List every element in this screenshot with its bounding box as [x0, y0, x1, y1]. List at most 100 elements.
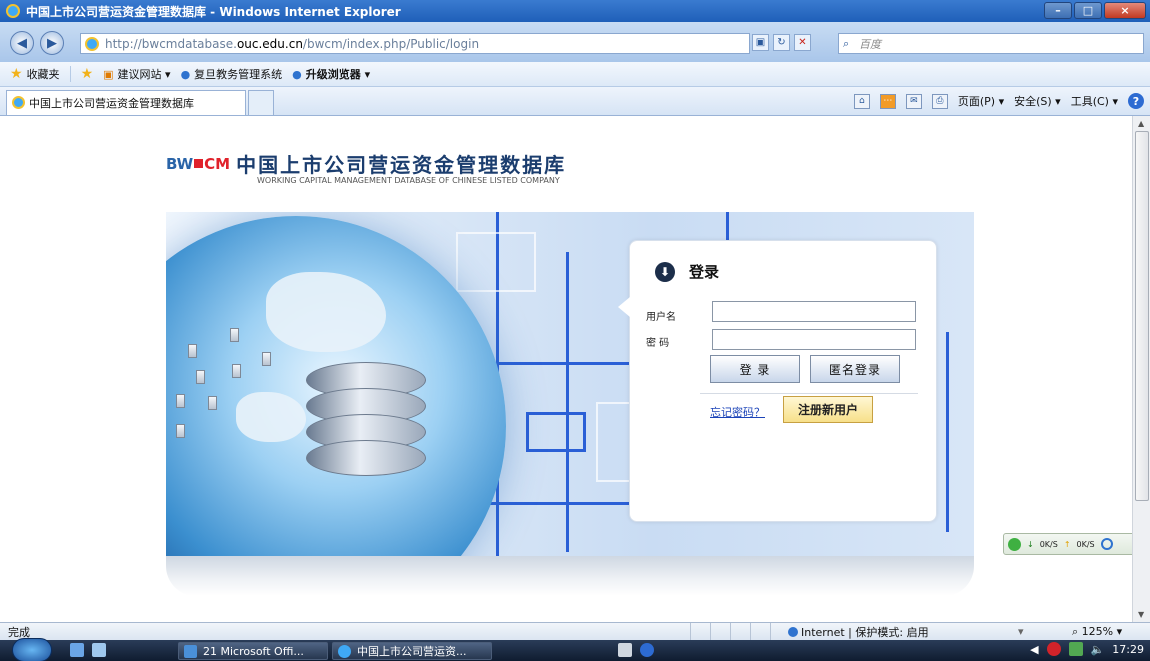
scroll-up-icon[interactable]: ▲ — [1138, 119, 1144, 128]
feeds-icon[interactable]: ⋯ — [879, 93, 896, 109]
suggested-sites-link[interactable]: ▣ 建议网站 ▾ — [103, 66, 170, 82]
ie-link-icon: ● — [180, 67, 191, 81]
command-bar: ⌂ ⋯ ✉ ⎙ 页面(P) ▾ 安全(S) ▾ 工具(C) ▾ ? — [853, 93, 1144, 109]
logo-mark-left: BW — [166, 154, 194, 173]
suggested-icon: ▣ — [103, 67, 114, 81]
login-panel: ⬇ 登录 用户名 密 码 登 录 匿名登录 忘记密码？ 注册新用户 — [618, 240, 937, 522]
vertical-scrollbar[interactable]: ▲ ▼ — [1132, 116, 1150, 622]
register-button[interactable]: 注册新用户 — [783, 396, 873, 423]
tab-bar: 中国上市公司营运资金管理数据库 ⌂ ⋯ ✉ ⎙ 页面(P) ▾ 安全(S) ▾ … — [0, 87, 1150, 116]
address-toolbar: ◀ ▶ http://bwcmdatabase. ouc.edu.cn/bwcm/… — [0, 22, 1150, 62]
help-icon[interactable]: ? — [1128, 93, 1144, 109]
logo-square — [194, 159, 204, 168]
show-desktop-icon[interactable] — [70, 643, 84, 657]
language-bar-icon[interactable] — [618, 643, 632, 657]
anonymous-login-button[interactable]: 匿名登录 — [810, 355, 900, 383]
server-icon — [188, 344, 197, 358]
upgrade-browser-label: 升级浏览器 ▾ — [305, 68, 371, 81]
new-tab-button[interactable] — [248, 90, 274, 115]
tab-ie-icon — [12, 96, 25, 109]
circuit-box — [456, 232, 536, 292]
protected-mode-icon[interactable]: ▾ — [1018, 625, 1024, 638]
add-star-icon: ★ — [80, 66, 94, 82]
upload-speed: 0K/S — [1076, 539, 1095, 549]
forgot-password-link[interactable]: 忘记密码？ — [710, 404, 765, 420]
upgrade-browser-link[interactable]: ● 升级浏览器 ▾ — [292, 66, 370, 82]
maximize-button[interactable]: □ — [1074, 2, 1102, 19]
print-icon[interactable]: ⎙ — [931, 93, 948, 109]
security-zone[interactable]: Internet | 保护模式: 启用 — [788, 624, 929, 640]
tab-label: 中国上市公司营运资金管理数据库 — [29, 97, 194, 110]
task-ie-window[interactable]: 中国上市公司营运资... — [332, 642, 492, 660]
search-placeholder: 百度 — [859, 37, 881, 51]
separator — [69, 66, 71, 82]
upload-arrow-icon: ↑ — [1063, 539, 1071, 549]
add-favorite-button[interactable]: ★ — [81, 66, 94, 82]
page-icon — [85, 37, 99, 51]
search-icon: ⌕ — [843, 37, 850, 50]
fudan-link[interactable]: ● 复旦教务管理系统 — [181, 66, 283, 82]
refresh-icon[interactable]: ↻ — [773, 34, 790, 51]
ie-task-icon — [338, 645, 351, 658]
ie-small-icon — [1100, 538, 1113, 550]
start-button[interactable] — [12, 638, 52, 661]
url-prefix: http://bwcmdatabase. — [105, 36, 237, 51]
server-icon — [196, 370, 205, 384]
zoom-level[interactable]: ⌕ 125% ▾ — [1072, 625, 1122, 639]
back-button[interactable]: ◀ — [10, 31, 34, 55]
username-input[interactable] — [712, 301, 916, 322]
continent-shape — [236, 392, 306, 442]
page-menu[interactable]: 页面(P) ▾ — [958, 93, 1004, 109]
home-icon[interactable]: ⌂ — [853, 93, 870, 109]
site-subtitle: WORKING CAPITAL MANAGEMENT DATABASE OF C… — [257, 176, 560, 185]
help-tray-icon[interactable] — [640, 643, 654, 657]
login-header: ⬇ 登录 — [655, 261, 719, 282]
url-suffix: /bwcm/index.php/Public/login — [302, 36, 480, 51]
favorites-button[interactable]: ★ 收藏夹 — [10, 66, 60, 82]
quick-launch-icon[interactable] — [92, 643, 106, 657]
mail-icon[interactable]: ✉ — [905, 93, 922, 109]
favorites-label: 收藏夹 — [26, 68, 60, 81]
arrow-down-icon: ⬇ — [655, 261, 675, 282]
scroll-down-icon[interactable]: ▼ — [1138, 610, 1144, 619]
antivirus-icon[interactable] — [1046, 642, 1061, 656]
scrollbar-thumb[interactable] — [1135, 131, 1149, 501]
close-button[interactable]: × — [1104, 2, 1146, 19]
star-icon: ★ — [10, 66, 23, 82]
zoom-value: 125% — [1081, 624, 1114, 638]
minimize-button[interactable]: – — [1044, 2, 1072, 19]
volume-icon[interactable]: 🔈 — [1091, 643, 1105, 656]
tools-menu[interactable]: 工具(C) ▾ — [1071, 93, 1118, 109]
search-input[interactable]: ⌕ 百度 — [838, 33, 1144, 54]
speed-widget[interactable]: ↓ 0K/S ↑ 0K/S — [1003, 533, 1132, 555]
login-panel-pointer — [618, 297, 630, 317]
download-arrow-icon: ↓ — [1027, 539, 1034, 549]
tab-active[interactable]: 中国上市公司营运资金管理数据库 — [6, 90, 246, 115]
stop-icon[interactable]: ✕ — [794, 34, 811, 51]
network-icon[interactable] — [1068, 642, 1083, 656]
site-title: 中国上市公司营运资金管理数据库 — [236, 153, 567, 177]
safety-menu[interactable]: 安全(S) ▾ — [1014, 93, 1061, 109]
ie-link-icon: ● — [292, 67, 302, 81]
address-bar[interactable]: http://bwcmdatabase. ouc.edu.cn/bwcm/inde… — [80, 33, 750, 54]
circuit-line — [946, 332, 949, 532]
forward-button[interactable]: ▶ — [40, 31, 64, 55]
address-tools: ▣ ↻ ✕ — [752, 34, 811, 51]
zone-text: Internet | 保护模式: 启用 — [801, 625, 929, 639]
task-microsoft-office[interactable]: 21 Microsoft Offi... — [178, 642, 328, 660]
clock[interactable]: 17:29 — [1112, 643, 1144, 656]
divider — [700, 393, 918, 394]
logo-mark-right: CM — [204, 154, 231, 173]
window-title: 中国上市公司营运资金管理数据库 - Windows Internet Explo… — [26, 4, 401, 19]
taskbar: 21 Microsoft Offi... 中国上市公司营运资... ◀ 🔈 17… — [0, 638, 1150, 661]
window-controls: – □ × — [1044, 2, 1146, 19]
tray-expand-icon[interactable]: ◀ — [1030, 643, 1038, 656]
site-logo: BW CM 中国上市公司营运资金管理数据库 WORKING CAPITAL MAN… — [166, 149, 567, 185]
password-input[interactable] — [712, 329, 916, 350]
compatibility-icon[interactable]: ▣ — [752, 34, 769, 51]
status-bar: 完成 Internet | 保护模式: 启用 ▾ ⌕ 125% ▾ — [0, 622, 1150, 641]
window-titlebar: 中国上市公司营运资金管理数据库 - Windows Internet Explo… — [0, 0, 1150, 22]
login-button[interactable]: 登 录 — [710, 355, 800, 383]
server-icon — [176, 394, 185, 408]
favorites-bar: ★ 收藏夹 ★ ▣ 建议网站 ▾ ● 复旦教务管理系统 ● 升级浏览器 ▾ — [0, 62, 1150, 87]
